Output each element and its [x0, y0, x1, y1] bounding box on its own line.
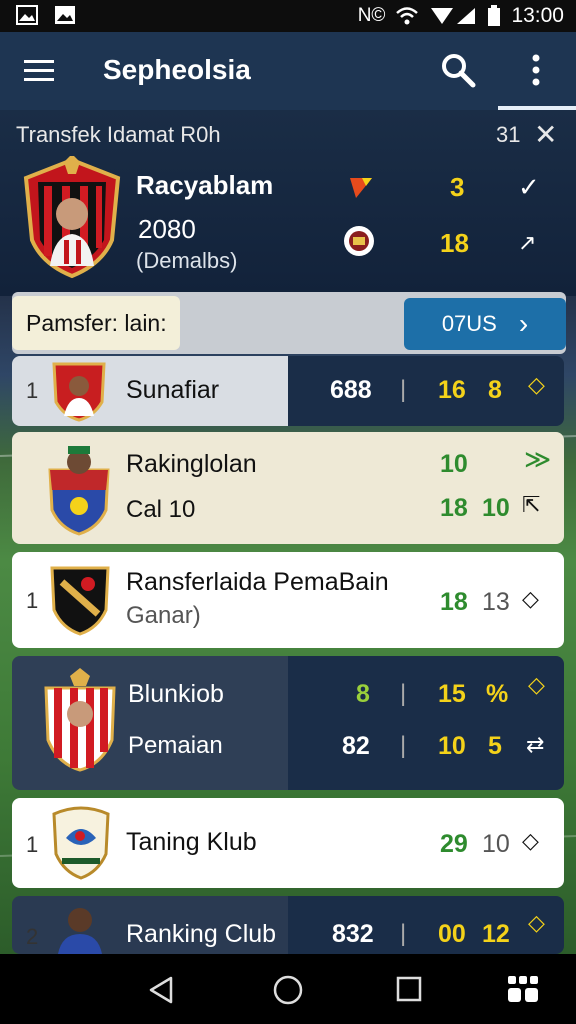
status-bar: N© 13:00 — [0, 0, 576, 32]
club-name: Blunkiob — [128, 680, 224, 708]
list-item[interactable]: 1 Taning Klub 29 10 ◇ — [12, 798, 564, 888]
player-subtitle: (Demalbs) — [136, 248, 238, 273]
expand-arrows-icon[interactable]: ≫ — [524, 444, 551, 475]
featured-title: Transfek Idamat R0h — [16, 122, 221, 147]
club-crest-icon — [44, 668, 116, 772]
club-name: Sunafiar — [126, 376, 220, 404]
diamond-icon[interactable]: ◇ — [528, 372, 545, 398]
stat-value: 29 — [440, 830, 468, 858]
stat-value: 832 — [332, 920, 374, 948]
recents-icon[interactable] — [396, 976, 422, 1002]
image-notification-icon — [16, 5, 38, 25]
featured-transfer[interactable]: Transfek Idamat R0h 31 ✕ Racyablam 2080 … — [0, 110, 576, 296]
filter-tag[interactable]: Pamsfer: lain: — [12, 296, 180, 350]
club-crest-icon — [52, 806, 110, 880]
list-item[interactable]: Rakinglolan Cal 10 10 ≫ 18 10 ⇱ — [12, 432, 564, 544]
divider: | — [400, 680, 407, 707]
stat-value: 10 — [482, 494, 510, 522]
player-avatar-icon — [58, 908, 102, 954]
list-item[interactable]: 1 Ransferlaida PemaBain Ganar) 18 13 ◇ — [12, 552, 564, 648]
list-item[interactable]: 1 Sunafiar 688 | 16 8 ◇ — [12, 356, 564, 426]
stat-value: % — [486, 680, 509, 708]
system-nav-bar — [0, 954, 576, 1024]
club-name: Rakinglolan — [126, 450, 257, 478]
club-crest-icon — [48, 446, 110, 536]
stat-value: 13 — [482, 588, 510, 616]
featured-value-2: 18 — [440, 228, 469, 258]
club-subtitle: Pemaian — [128, 732, 223, 759]
rank-number: 1 — [26, 832, 39, 857]
checkmark-icon[interactable]: ✓ — [518, 172, 540, 203]
filter-bar: Pamsfer: lain: 07US › — [12, 292, 566, 354]
list-item[interactable]: Blunkiob Pemaian 8 | 15 % ◇ 82 | 10 5 ⇄ — [12, 656, 564, 790]
nfc-icon: N© — [357, 5, 386, 26]
stat-value: 12 — [482, 920, 510, 948]
apps-grid-icon[interactable] — [506, 974, 540, 1006]
stat-value: 00 — [438, 920, 466, 948]
status-button[interactable]: 07US › — [404, 298, 566, 350]
app-title: Sepheolsia — [103, 54, 251, 85]
diamond-icon[interactable]: ◇ — [522, 586, 539, 612]
club-crest-icon — [50, 566, 110, 636]
club-name: Ranking Club — [126, 920, 277, 948]
wifi-icon — [396, 7, 419, 25]
club-name: Taning Klub — [126, 828, 257, 856]
swap-icon[interactable]: ⇄ — [526, 732, 544, 758]
app-bar: Sepheolsia — [0, 32, 576, 110]
diamond-icon[interactable]: ◇ — [528, 910, 545, 936]
player-year: 2080 — [138, 214, 196, 244]
rank-number: 1 — [26, 378, 39, 403]
stat-value: 5 — [488, 732, 502, 760]
stat-value: 10 — [438, 732, 466, 760]
clock: 13:00 — [511, 4, 564, 27]
stat-value: 15 — [438, 680, 466, 708]
divider: | — [400, 732, 407, 759]
rank-number: 2 — [26, 924, 39, 949]
image-notification-icon — [55, 6, 75, 24]
stat-value: 16 — [438, 376, 466, 404]
stat-value: 688 — [330, 376, 372, 404]
menu-icon[interactable] — [24, 56, 54, 84]
featured-count: 31 — [496, 122, 521, 147]
club-name: Ransferlaida PemaBain — [126, 568, 389, 596]
swap-icon[interactable]: ⇱ — [522, 492, 540, 518]
club-subtitle: Cal 10 — [126, 496, 196, 523]
more-vert-icon[interactable] — [525, 52, 547, 88]
signal-icon — [431, 8, 476, 24]
status-button-label: 07US — [441, 311, 497, 336]
back-icon[interactable] — [148, 976, 174, 1004]
rank-number: 1 — [26, 588, 39, 613]
flag-icon — [350, 178, 372, 198]
club-crest-icon — [23, 156, 121, 279]
club-subtitle: Ganar) — [126, 602, 201, 629]
stat-value: 8 — [488, 376, 502, 404]
stat-value: 82 — [342, 732, 370, 760]
list-item[interactable]: 2 Ranking Club 832 | 00 12 ◇ — [12, 896, 564, 954]
stat-value: 10 — [482, 830, 510, 858]
close-icon[interactable]: ✕ — [534, 118, 557, 151]
featured-value-1: 3 — [450, 172, 465, 202]
battery-icon — [488, 5, 501, 26]
diamond-icon[interactable]: ◇ — [522, 828, 539, 854]
divider: | — [400, 920, 407, 947]
club-crest-icon — [52, 362, 106, 422]
stat-value: 18 — [440, 588, 468, 616]
player-name: Racyablam — [136, 170, 274, 200]
search-icon[interactable] — [440, 52, 476, 88]
diamond-icon[interactable]: ◇ — [528, 672, 545, 698]
chevron-right-icon: › — [518, 308, 529, 339]
stat-value: 18 — [440, 494, 468, 522]
home-icon[interactable] — [272, 974, 304, 1006]
divider: | — [400, 376, 407, 403]
stat-value: 10 — [440, 450, 468, 478]
expand-arrows-icon[interactable]: ↗ — [518, 230, 536, 256]
club-badge-icon — [344, 226, 374, 256]
stat-value: 8 — [356, 680, 370, 708]
